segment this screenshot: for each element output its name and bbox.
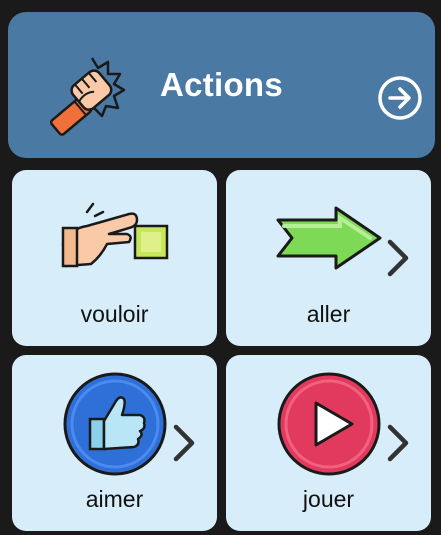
tile-label: jouer [302, 486, 355, 512]
chevron-right-icon [173, 424, 195, 462]
tile-vouloir[interactable]: vouloir [12, 170, 217, 346]
tile-label: vouloir [80, 301, 149, 327]
chevron-right-icon [387, 424, 409, 462]
tile-label: aller [306, 301, 351, 327]
tile-label: aimer [85, 486, 144, 512]
tile-jouer[interactable]: jouer [226, 355, 431, 531]
header-title: Actions [159, 66, 284, 103]
green-arrow-right-icon [276, 206, 382, 270]
tile-aller[interactable]: aller [226, 170, 431, 346]
play-button-icon [277, 372, 381, 476]
category-header[interactable]: Actions [8, 12, 435, 158]
arrow-circle-right-icon[interactable] [376, 74, 424, 122]
hand-reaching-box-icon [61, 202, 169, 268]
thumbs-up-icon [63, 372, 167, 476]
tile-aimer[interactable]: aimer [12, 355, 217, 531]
chevron-right-icon [387, 239, 409, 277]
